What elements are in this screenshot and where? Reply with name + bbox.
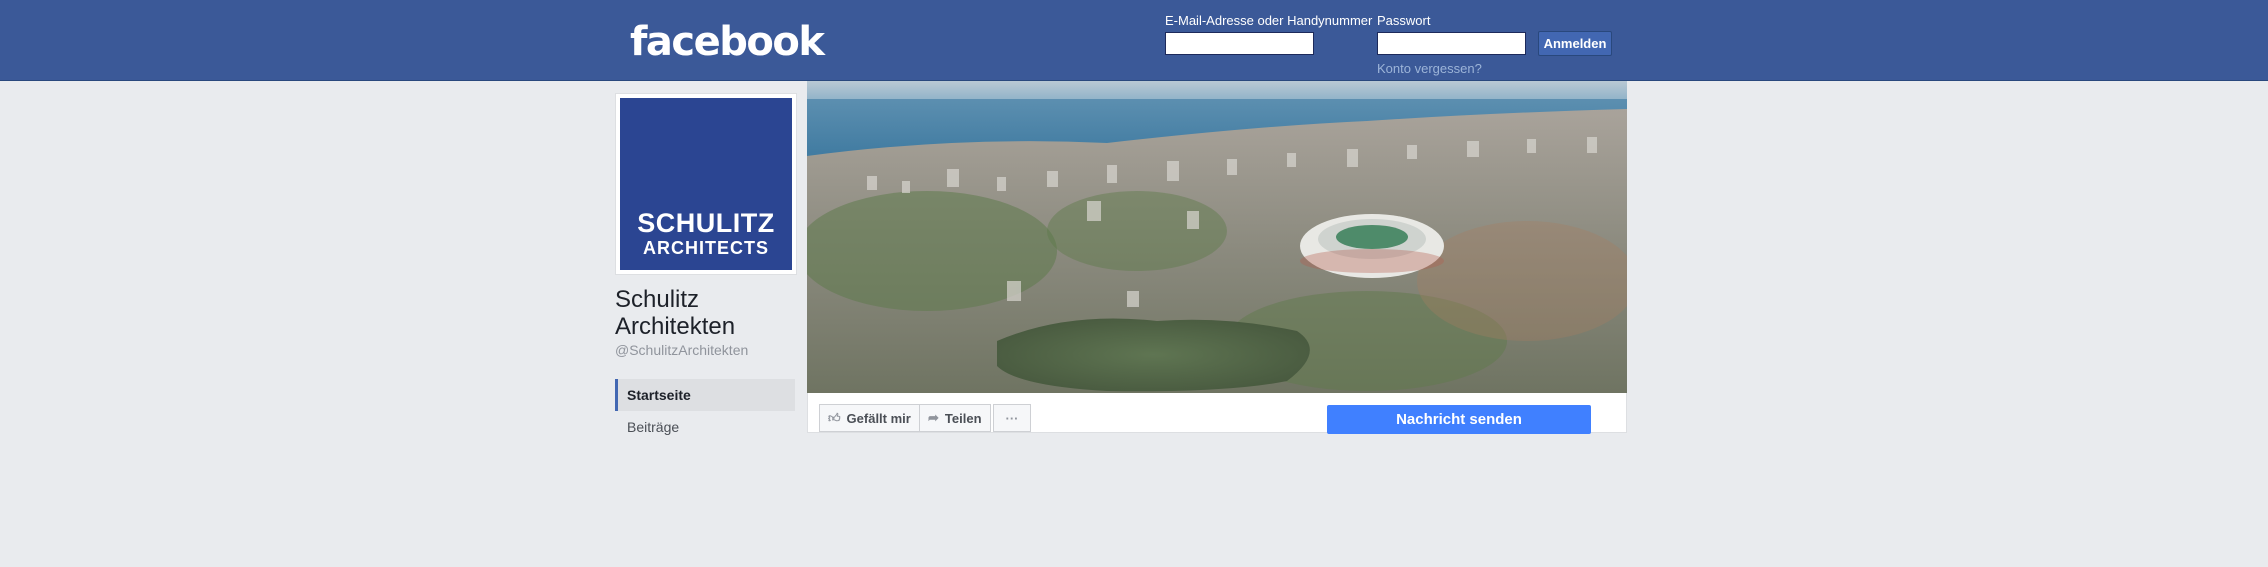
send-message-button[interactable]: Nachricht senden (1327, 405, 1591, 434)
email-label: E-Mail-Adresse oder Handynummer (1165, 13, 1373, 28)
login-button[interactable]: Anmelden (1538, 31, 1612, 56)
share-arrow-icon: ➦ (928, 410, 939, 425)
nav-item-startseite[interactable]: Startseite (615, 379, 795, 411)
facebook-logo[interactable]: facebook (630, 19, 825, 65)
logo-text-line1: SCHULITZ (637, 208, 775, 238)
password-label: Passwort (1377, 13, 1431, 28)
nav-item-beitraege[interactable]: Beiträge (615, 411, 795, 443)
top-navigation-bar: facebook E-Mail-Adresse oder Handynummer… (0, 0, 2268, 81)
like-label: Gefällt mir (846, 410, 911, 426)
schulitz-logo: SCHULITZ ARCHITECTS (620, 98, 792, 270)
cover-photo[interactable] (807, 81, 1627, 393)
more-options-button[interactable]: ··· (993, 404, 1031, 432)
city-aerial-stadium-image (807, 81, 1627, 393)
page-profile-picture[interactable]: SCHULITZ ARCHITECTS (615, 93, 797, 275)
forgot-account-link[interactable]: Konto vergessen? (1377, 61, 1482, 76)
email-input[interactable] (1165, 32, 1314, 55)
share-label: Teilen (944, 410, 982, 426)
thumbs-up-icon: 👍︎ (828, 410, 841, 425)
logo-text-line2: ARCHITECTS (643, 238, 769, 258)
like-button[interactable]: 👍︎ Gefällt mir (819, 404, 920, 432)
page-action-bar: 👍︎ Gefällt mir ➦ Teilen ··· Nachricht se… (807, 393, 1627, 434)
page-handle[interactable]: @SchulitzArchitekten (615, 342, 748, 358)
page-title[interactable]: Schulitz Architekten (615, 286, 795, 340)
more-dots-icon: ··· (1005, 410, 1019, 426)
nav-item-label: Startseite (627, 387, 691, 403)
nav-item-label: Beiträge (627, 419, 680, 435)
share-button[interactable]: ➦ Teilen (919, 404, 991, 432)
password-input[interactable] (1377, 32, 1526, 55)
